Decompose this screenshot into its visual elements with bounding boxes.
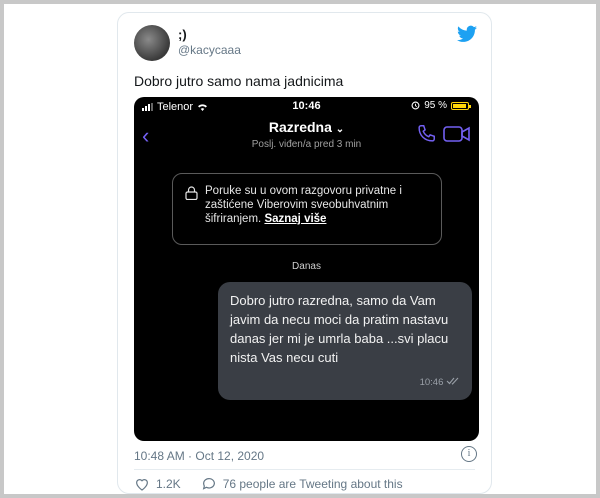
- info-icon[interactable]: i: [461, 446, 477, 462]
- discussion-text: 76 people are Tweeting about this: [222, 477, 403, 491]
- day-separator: Danas: [292, 261, 321, 272]
- battery-icon: [451, 101, 471, 110]
- speech-bubble-icon: [202, 478, 215, 490]
- message-bubble[interactable]: Dobro jutro razredna, samo da Vam javim …: [218, 282, 472, 400]
- page-frame: ;) @kacycaaa Dobro jutro samo nama jadni…: [4, 4, 596, 494]
- battery-percent: 95 %: [424, 100, 447, 111]
- discussion-link[interactable]: 76 people are Tweeting about this: [201, 476, 403, 492]
- tweet-timestamp[interactable]: 10:48 AM · Oct 12, 2020: [134, 449, 264, 463]
- alarm-icon: [411, 101, 420, 110]
- heart-icon: [136, 479, 148, 491]
- viber-screenshot: Telenor 10:46 95 % ‹ Razredna ⌄ Poslj. v…: [134, 97, 479, 441]
- privacy-notice: Poruke su u ovom razgovoru privatne i za…: [172, 173, 442, 245]
- privacy-learn-more-link[interactable]: Saznaj više: [264, 213, 326, 225]
- status-bar: Telenor 10:46 95 %: [134, 97, 479, 117]
- like-button[interactable]: 1.2K: [134, 476, 181, 492]
- like-count: 1.2K: [156, 477, 181, 491]
- tweet-card[interactable]: ;) @kacycaaa Dobro jutro samo nama jadni…: [117, 12, 492, 494]
- author-handle[interactable]: @kacycaaa: [178, 43, 241, 57]
- author-name[interactable]: ;): [178, 27, 187, 42]
- lock-icon: [185, 186, 198, 200]
- tweet-text: Dobro jutro samo nama jadnicima: [134, 73, 344, 89]
- avatar[interactable]: [134, 25, 170, 61]
- message-time: 10:46: [420, 373, 460, 392]
- phone-icon[interactable]: [415, 123, 437, 145]
- chevron-down-icon: ⌄: [335, 124, 345, 135]
- message-text: Dobro jutro razredna, samo da Vam javim …: [230, 293, 449, 365]
- tweet-actions: 1.2K 76 people are Tweeting about this: [134, 476, 403, 492]
- double-check-icon: [446, 377, 459, 385]
- divider: [134, 469, 475, 470]
- video-camera-icon[interactable]: [443, 125, 471, 143]
- twitter-bird-icon[interactable]: [457, 25, 477, 43]
